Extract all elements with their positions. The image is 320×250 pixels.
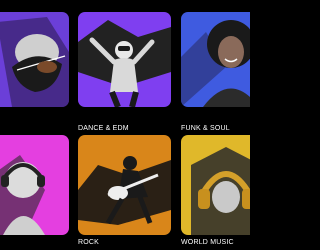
singer-portrait-icon [181,12,250,107]
genre-label: DANCE & EDM [78,125,129,132]
genre-artwork [0,135,69,235]
genre-card-pink[interactable] [0,135,69,250]
guitarist-icon [78,135,171,235]
genre-card-classical[interactable] [0,12,69,137]
gold-headphones-icon [181,135,250,235]
genre-label: FUNK & SOUL [181,125,230,132]
genre-card-world-music[interactable]: WORLD MUSIC [181,135,250,250]
genre-artwork [181,135,250,235]
genre-grid: DANCE & EDM FUNK & SOUL ROCK WORLD MUSIC [0,0,250,250]
genre-label: WORLD MUSIC [181,239,234,246]
genre-artwork [78,135,171,235]
genre-label: ROCK [78,239,100,246]
dancer-icon [78,12,171,107]
genre-artwork [0,12,69,107]
genre-card-dance-edm[interactable]: DANCE & EDM [78,12,171,137]
violin-player-icon [0,12,69,107]
genre-card-rock[interactable]: ROCK [78,135,171,250]
headphones-listener-icon [0,135,69,235]
genre-card-funk-soul[interactable]: FUNK & SOUL [181,12,250,137]
genre-artwork [78,12,171,107]
genre-artwork [181,12,250,107]
